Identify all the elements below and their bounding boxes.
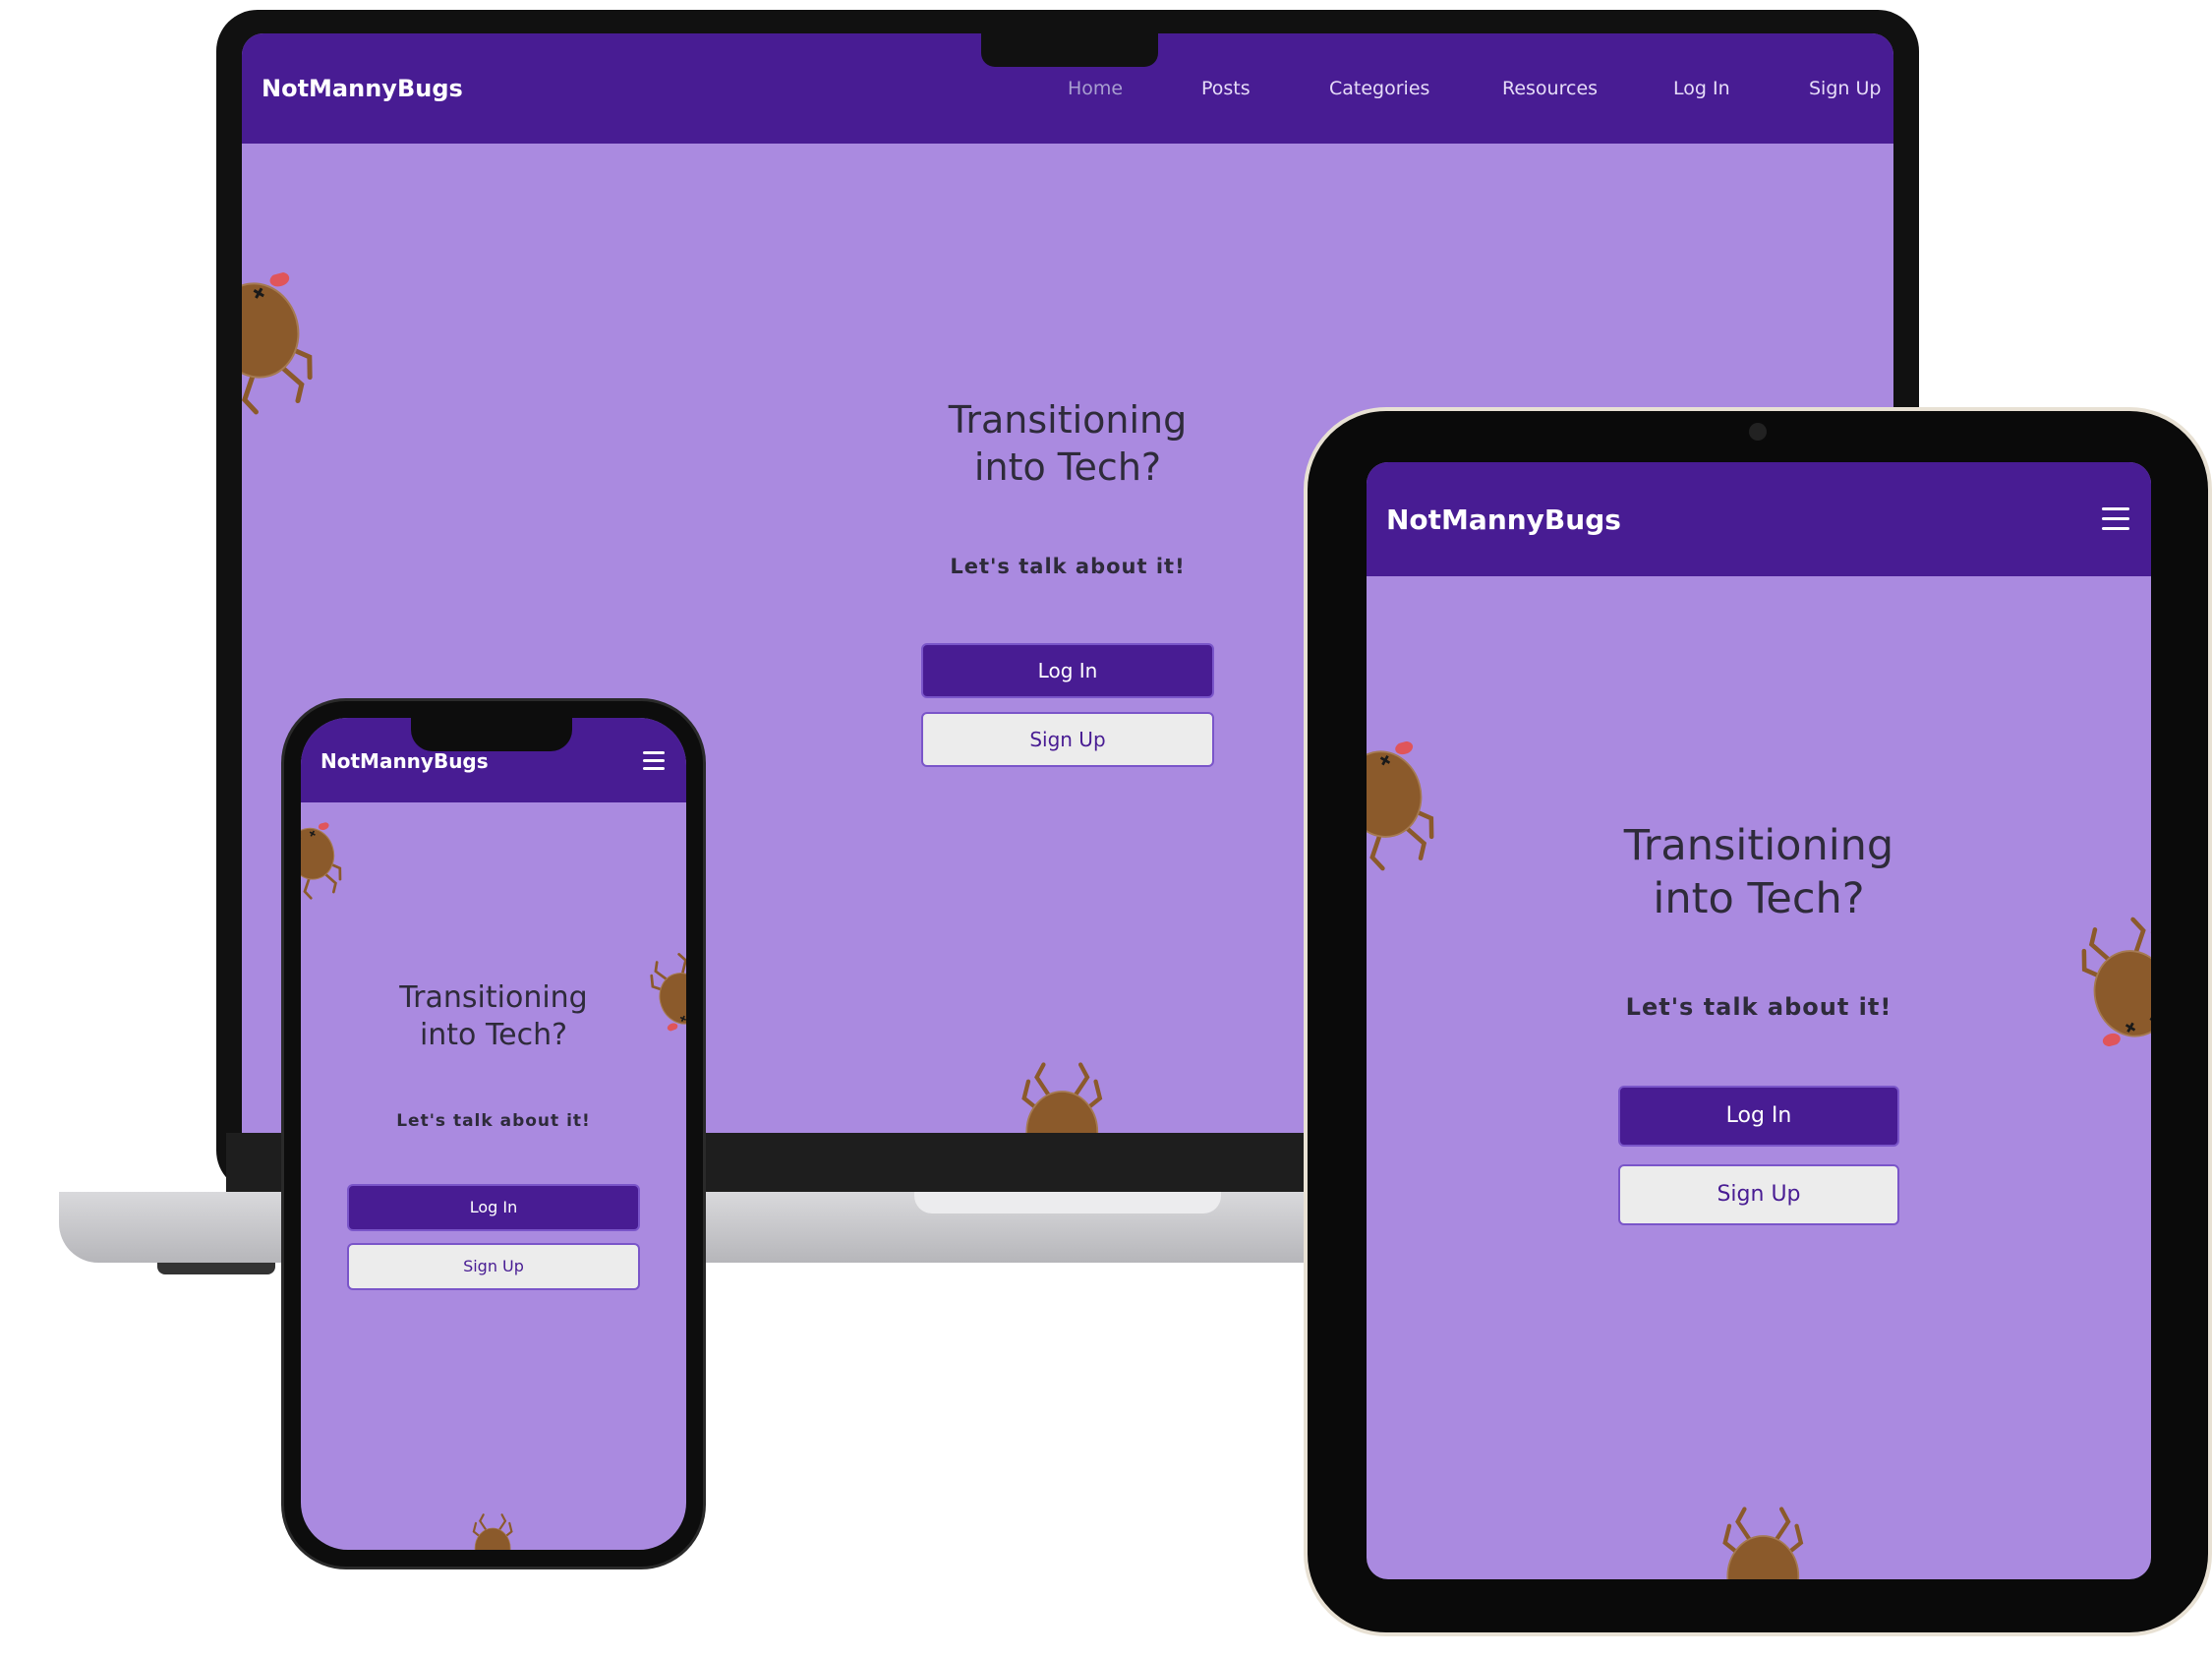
tablet-screen: NotMannyBugs Transitioning into Tech? Le… [1367, 462, 2151, 1579]
tablet-navbar: NotMannyBugs [1367, 462, 2151, 576]
laptop-camera-notch [981, 33, 1158, 67]
hero-title-line2: into Tech? [973, 444, 1162, 489]
hero-title-line2: into Tech? [419, 1017, 568, 1052]
laptop-base [59, 1192, 1455, 1263]
laptop-base-notch [914, 1192, 1221, 1213]
hero-title-line1: Transitioning [1623, 821, 1894, 870]
signup-button[interactable]: Sign Up [1618, 1164, 1899, 1225]
signup-button[interactable]: Sign Up [921, 712, 1214, 767]
signup-button[interactable]: Sign Up [347, 1243, 640, 1290]
brand-logo[interactable]: NotMannyBugs [262, 75, 463, 102]
bug-mascot-icon [989, 1056, 1127, 1133]
nav-resources[interactable]: Resources [1502, 78, 1598, 99]
brand-logo[interactable]: NotMannyBugs [1386, 503, 1621, 536]
nav-categories[interactable]: Categories [1329, 78, 1429, 99]
bug-mascot-icon [2060, 904, 2151, 1051]
hero-title: Transitioning into Tech? [1562, 820, 1955, 926]
phone-notch [411, 718, 572, 751]
phone-screen: NotMannyBugs Transitioning into Tech? Le… [301, 718, 686, 1550]
brand-logo[interactable]: NotMannyBugs [320, 749, 489, 773]
hero-title-line2: into Tech? [1653, 873, 1865, 923]
bug-mascot-icon [472, 1513, 513, 1550]
bug-mascot-icon [1685, 1501, 1833, 1579]
bug-mascot-icon [242, 267, 336, 429]
hero-title: Transitioning into Tech? [346, 979, 641, 1053]
hero-title-line1: Transitioning [948, 398, 1188, 442]
hero-subtitle: Let's talk about it! [1625, 993, 1892, 1021]
nav-signup[interactable]: Sign Up [1809, 78, 1881, 99]
laptop-foot [157, 1263, 275, 1274]
bug-mascot-icon [301, 819, 348, 903]
hero-title: Transitioning into Tech? [871, 397, 1264, 491]
tablet-camera [1749, 423, 1767, 441]
hamburger-menu-icon[interactable] [643, 751, 665, 770]
bug-mascot-icon [643, 948, 686, 1035]
nav-home[interactable]: Home [1068, 78, 1123, 99]
nav-login[interactable]: Log In [1673, 78, 1730, 99]
bug-mascot-icon [1367, 737, 1456, 884]
hero-title-line1: Transitioning [399, 980, 588, 1015]
hero-subtitle: Let's talk about it! [950, 555, 1186, 578]
hamburger-menu-icon[interactable] [2102, 507, 2129, 530]
nav-posts[interactable]: Posts [1201, 78, 1251, 99]
login-button[interactable]: Log In [921, 643, 1214, 698]
login-button[interactable]: Log In [347, 1184, 640, 1231]
hero-subtitle: Let's talk about it! [396, 1111, 591, 1131]
login-button[interactable]: Log In [1618, 1086, 1899, 1147]
